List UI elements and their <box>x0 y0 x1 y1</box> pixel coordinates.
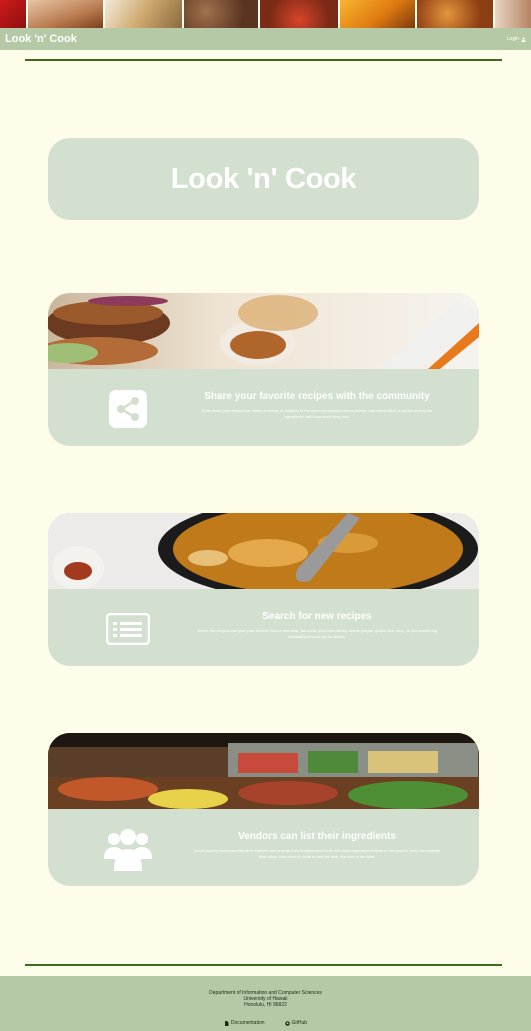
banner-photo <box>0 0 26 28</box>
github-link[interactable]: GitHub <box>284 1020 308 1026</box>
banner-photo <box>105 0 182 28</box>
footer-address: Honolulu, HI 96822 <box>244 1002 287 1008</box>
documentation-link[interactable]: Documentation <box>224 1020 265 1026</box>
feature-description: Search for recipes that give your favori… <box>196 628 438 639</box>
feature-photo-curry <box>48 513 479 589</box>
feature-card-search: Search for new recipes Search for recipe… <box>48 513 479 666</box>
share-icon <box>104 387 152 431</box>
file-icon <box>224 1020 229 1026</box>
documentation-label: Documentation <box>230 1020 265 1026</box>
brand-link[interactable]: Look 'n' Cook <box>5 33 77 45</box>
feature-heading: Search for new recipes <box>262 611 372 622</box>
banner-photo <box>28 0 103 28</box>
github-icon <box>284 1020 290 1026</box>
navbar: Look 'n' Cook Login <box>0 28 531 50</box>
banner-photo <box>417 0 493 28</box>
login-label: Login <box>506 36 519 42</box>
github-label: GitHub <box>291 1020 308 1026</box>
feature-card-vendors: Vendors can list their ingredients Local… <box>48 733 479 886</box>
footer: Department of Information and Computer S… <box>0 976 531 1031</box>
banner-photo <box>340 0 415 28</box>
feature-description: Write down your recipes for others to fo… <box>201 408 433 419</box>
login-button[interactable]: Login <box>507 36 526 42</box>
feature-heading: Vendors can list their ingredients <box>238 831 396 842</box>
user-icon <box>521 36 526 42</box>
users-icon <box>104 827 152 871</box>
top-divider <box>25 59 502 61</box>
food-banner <box>0 0 531 28</box>
banner-photo <box>184 0 258 28</box>
banner-photo <box>495 0 531 28</box>
feature-description: Local grocery stores and farmer's market… <box>193 848 441 859</box>
bottom-divider <box>25 964 502 966</box>
feature-photo-burger <box>48 293 479 369</box>
feature-heading: Share your favorite recipes with the com… <box>204 391 430 402</box>
list-card-icon <box>104 607 152 651</box>
feature-photo-market <box>48 733 479 809</box>
feature-card-share: Share your favorite recipes with the com… <box>48 293 479 446</box>
page-title: Look 'n' Cook <box>170 162 357 195</box>
banner-photo <box>260 0 338 28</box>
hero-banner: Look 'n' Cook <box>48 138 479 220</box>
